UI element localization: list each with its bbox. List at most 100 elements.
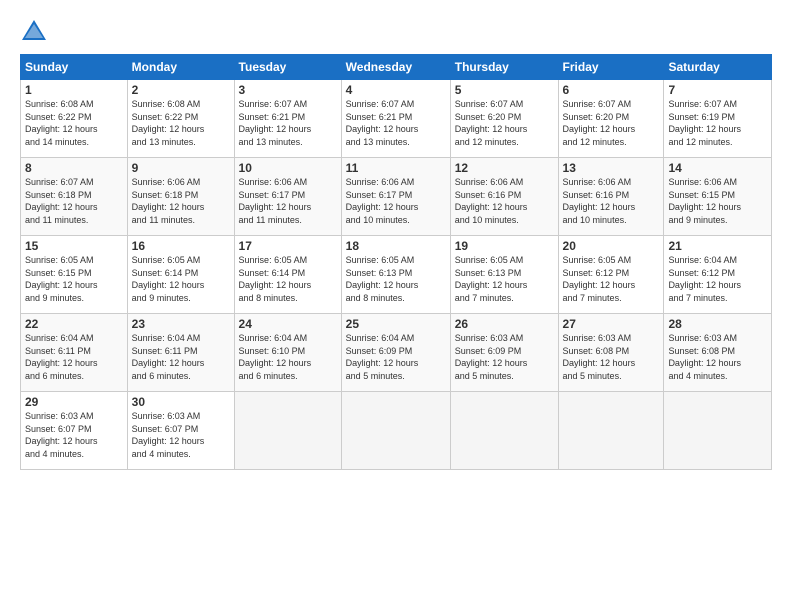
day-info: Sunrise: 6:04 AM Sunset: 6:10 PM Dayligh… [239, 332, 337, 382]
calendar-cell: 10Sunrise: 6:06 AM Sunset: 6:17 PM Dayli… [234, 158, 341, 236]
week-row-3: 15Sunrise: 6:05 AM Sunset: 6:15 PM Dayli… [21, 236, 772, 314]
day-info: Sunrise: 6:03 AM Sunset: 6:08 PM Dayligh… [668, 332, 767, 382]
calendar-cell: 8Sunrise: 6:07 AM Sunset: 6:18 PM Daylig… [21, 158, 128, 236]
calendar-cell: 14Sunrise: 6:06 AM Sunset: 6:15 PM Dayli… [664, 158, 772, 236]
calendar-cell: 6Sunrise: 6:07 AM Sunset: 6:20 PM Daylig… [558, 80, 664, 158]
calendar-cell: 22Sunrise: 6:04 AM Sunset: 6:11 PM Dayli… [21, 314, 128, 392]
calendar-cell: 9Sunrise: 6:06 AM Sunset: 6:18 PM Daylig… [127, 158, 234, 236]
calendar-cell: 23Sunrise: 6:04 AM Sunset: 6:11 PM Dayli… [127, 314, 234, 392]
weekday-wednesday: Wednesday [341, 55, 450, 80]
calendar-cell: 21Sunrise: 6:04 AM Sunset: 6:12 PM Dayli… [664, 236, 772, 314]
day-info: Sunrise: 6:04 AM Sunset: 6:09 PM Dayligh… [346, 332, 446, 382]
day-info: Sunrise: 6:04 AM Sunset: 6:12 PM Dayligh… [668, 254, 767, 304]
calendar-cell [558, 392, 664, 470]
day-info: Sunrise: 6:07 AM Sunset: 6:21 PM Dayligh… [239, 98, 337, 148]
day-number: 29 [25, 395, 123, 409]
day-info: Sunrise: 6:07 AM Sunset: 6:20 PM Dayligh… [455, 98, 554, 148]
weekday-thursday: Thursday [450, 55, 558, 80]
day-info: Sunrise: 6:07 AM Sunset: 6:19 PM Dayligh… [668, 98, 767, 148]
day-number: 20 [563, 239, 660, 253]
day-info: Sunrise: 6:05 AM Sunset: 6:15 PM Dayligh… [25, 254, 123, 304]
weekday-monday: Monday [127, 55, 234, 80]
day-info: Sunrise: 6:04 AM Sunset: 6:11 PM Dayligh… [25, 332, 123, 382]
day-info: Sunrise: 6:06 AM Sunset: 6:16 PM Dayligh… [455, 176, 554, 226]
calendar-cell: 17Sunrise: 6:05 AM Sunset: 6:14 PM Dayli… [234, 236, 341, 314]
day-info: Sunrise: 6:08 AM Sunset: 6:22 PM Dayligh… [132, 98, 230, 148]
day-number: 22 [25, 317, 123, 331]
day-info: Sunrise: 6:04 AM Sunset: 6:11 PM Dayligh… [132, 332, 230, 382]
day-number: 9 [132, 161, 230, 175]
day-number: 11 [346, 161, 446, 175]
day-number: 4 [346, 83, 446, 97]
week-row-2: 8Sunrise: 6:07 AM Sunset: 6:18 PM Daylig… [21, 158, 772, 236]
calendar-cell: 7Sunrise: 6:07 AM Sunset: 6:19 PM Daylig… [664, 80, 772, 158]
calendar-cell: 13Sunrise: 6:06 AM Sunset: 6:16 PM Dayli… [558, 158, 664, 236]
day-number: 3 [239, 83, 337, 97]
calendar-cell [341, 392, 450, 470]
day-info: Sunrise: 6:06 AM Sunset: 6:17 PM Dayligh… [346, 176, 446, 226]
logo-icon [20, 18, 48, 46]
calendar-cell: 28Sunrise: 6:03 AM Sunset: 6:08 PM Dayli… [664, 314, 772, 392]
day-info: Sunrise: 6:05 AM Sunset: 6:14 PM Dayligh… [132, 254, 230, 304]
day-number: 5 [455, 83, 554, 97]
calendar-cell: 30Sunrise: 6:03 AM Sunset: 6:07 PM Dayli… [127, 392, 234, 470]
day-number: 14 [668, 161, 767, 175]
calendar-cell: 19Sunrise: 6:05 AM Sunset: 6:13 PM Dayli… [450, 236, 558, 314]
day-number: 23 [132, 317, 230, 331]
calendar-cell: 15Sunrise: 6:05 AM Sunset: 6:15 PM Dayli… [21, 236, 128, 314]
day-info: Sunrise: 6:06 AM Sunset: 6:16 PM Dayligh… [563, 176, 660, 226]
calendar-cell: 12Sunrise: 6:06 AM Sunset: 6:16 PM Dayli… [450, 158, 558, 236]
calendar-cell: 2Sunrise: 6:08 AM Sunset: 6:22 PM Daylig… [127, 80, 234, 158]
logo [20, 18, 52, 46]
calendar-cell: 20Sunrise: 6:05 AM Sunset: 6:12 PM Dayli… [558, 236, 664, 314]
calendar-cell: 18Sunrise: 6:05 AM Sunset: 6:13 PM Dayli… [341, 236, 450, 314]
day-number: 10 [239, 161, 337, 175]
calendar-cell: 25Sunrise: 6:04 AM Sunset: 6:09 PM Dayli… [341, 314, 450, 392]
calendar-cell: 1Sunrise: 6:08 AM Sunset: 6:22 PM Daylig… [21, 80, 128, 158]
day-number: 7 [668, 83, 767, 97]
day-info: Sunrise: 6:07 AM Sunset: 6:20 PM Dayligh… [563, 98, 660, 148]
day-number: 21 [668, 239, 767, 253]
calendar-cell: 24Sunrise: 6:04 AM Sunset: 6:10 PM Dayli… [234, 314, 341, 392]
week-row-1: 1Sunrise: 6:08 AM Sunset: 6:22 PM Daylig… [21, 80, 772, 158]
day-info: Sunrise: 6:07 AM Sunset: 6:21 PM Dayligh… [346, 98, 446, 148]
day-number: 12 [455, 161, 554, 175]
day-info: Sunrise: 6:05 AM Sunset: 6:13 PM Dayligh… [455, 254, 554, 304]
calendar-cell [234, 392, 341, 470]
day-number: 1 [25, 83, 123, 97]
day-number: 24 [239, 317, 337, 331]
calendar-cell: 26Sunrise: 6:03 AM Sunset: 6:09 PM Dayli… [450, 314, 558, 392]
week-row-5: 29 Sunrise: 6:03 AM Sunset: 6:07 PM Dayli… [21, 392, 772, 470]
day-number: 2 [132, 83, 230, 97]
day-number: 28 [668, 317, 767, 331]
calendar-cell [450, 392, 558, 470]
day-number: 16 [132, 239, 230, 253]
day-info: Sunrise: 6:06 AM Sunset: 6:15 PM Dayligh… [668, 176, 767, 226]
weekday-tuesday: Tuesday [234, 55, 341, 80]
calendar-cell: 11Sunrise: 6:06 AM Sunset: 6:17 PM Dayli… [341, 158, 450, 236]
day-number: 6 [563, 83, 660, 97]
header [20, 18, 772, 46]
weekday-header: SundayMondayTuesdayWednesdayThursdayFrid… [21, 55, 772, 80]
day-number: 15 [25, 239, 123, 253]
day-number: 25 [346, 317, 446, 331]
week-row-4: 22Sunrise: 6:04 AM Sunset: 6:11 PM Dayli… [21, 314, 772, 392]
day-number: 17 [239, 239, 337, 253]
day-info: Sunrise: 6:05 AM Sunset: 6:13 PM Dayligh… [346, 254, 446, 304]
calendar: SundayMondayTuesdayWednesdayThursdayFrid… [20, 54, 772, 470]
day-number: 19 [455, 239, 554, 253]
day-number: 18 [346, 239, 446, 253]
day-number: 13 [563, 161, 660, 175]
calendar-cell: 5Sunrise: 6:07 AM Sunset: 6:20 PM Daylig… [450, 80, 558, 158]
day-info: Sunrise: 6:03 AM Sunset: 6:08 PM Dayligh… [563, 332, 660, 382]
day-info: Sunrise: 6:08 AM Sunset: 6:22 PM Dayligh… [25, 98, 123, 148]
day-info: Sunrise: 6:06 AM Sunset: 6:18 PM Dayligh… [132, 176, 230, 226]
calendar-cell: 29Sunrise: 6:03 AM Sunset: 6:07 PM Dayli… [21, 392, 128, 470]
day-info: Sunrise: 6:05 AM Sunset: 6:12 PM Dayligh… [563, 254, 660, 304]
calendar-body: 1Sunrise: 6:08 AM Sunset: 6:22 PM Daylig… [21, 80, 772, 470]
weekday-sunday: Sunday [21, 55, 128, 80]
day-info: Sunrise: 6:06 AM Sunset: 6:17 PM Dayligh… [239, 176, 337, 226]
day-info: Sunrise: 6:03 AM Sunset: 6:07 PM Dayligh… [132, 410, 230, 460]
weekday-friday: Friday [558, 55, 664, 80]
calendar-cell: 27Sunrise: 6:03 AM Sunset: 6:08 PM Dayli… [558, 314, 664, 392]
